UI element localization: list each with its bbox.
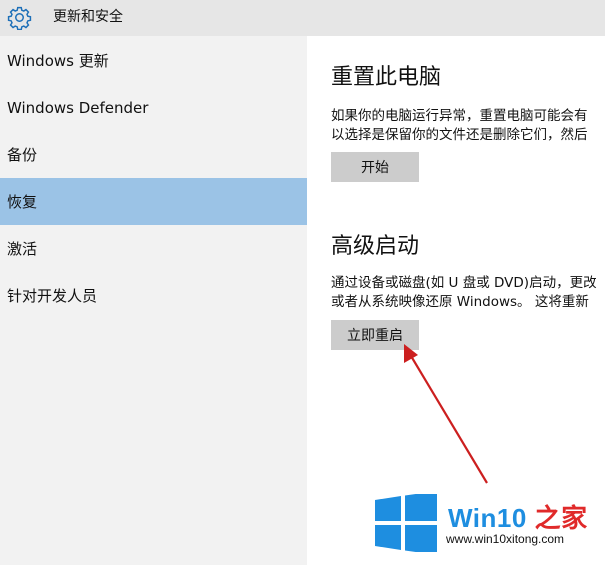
watermark-brand-win: Win10 [448,503,527,533]
sidebar-item-backup[interactable]: 备份 [0,131,307,178]
watermark-brand-rest: 之家 [526,503,588,533]
start-button[interactable]: 开始 [331,152,419,182]
sidebar-item-windows-defender[interactable]: Windows Defender [0,84,307,131]
advanced-startup-heading: 高级启动 [331,234,420,259]
reset-pc-description-line1: 如果你的电脑运行异常，重置电脑可能会有 [331,108,588,124]
restart-now-button[interactable]: 立即重启 [331,320,419,350]
watermark-logo: Win10 之家 www.win10xitong.com [373,492,605,565]
watermark-brand: Win10 之家 [448,498,588,535]
advanced-startup-description-line2: 或者从系统映像还原 Windows。 这将重新 [331,294,589,310]
gear-icon [7,6,32,30]
sidebar-item-recovery[interactable]: 恢复 [0,178,307,225]
sidebar-item-for-developers[interactable]: 针对开发人员 [0,272,307,319]
sidebar-item-windows-update[interactable]: Windows 更新 [0,37,307,84]
reset-pc-description-line2: 以选择是保留你的文件还是删除它们，然后 [331,127,588,143]
sidebar-item-activation[interactable]: 激活 [0,225,307,272]
windows-logo-icon [375,494,437,552]
watermark-url: www.win10xitong.com [446,532,565,546]
sidebar: Windows 更新 Windows Defender 备份 恢复 激活 针对开… [0,36,307,565]
reset-pc-heading: 重置此电脑 [331,65,442,90]
main-content: 重置此电脑 如果你的电脑运行异常，重置电脑可能会有 以选择是保留你的文件还是删除… [307,36,605,565]
title-bar: 更新和安全 [0,0,605,36]
page-title: 更新和安全 [53,9,123,25]
advanced-startup-description-line1: 通过设备或磁盘(如 U 盘或 DVD)启动，更改 [331,275,597,291]
